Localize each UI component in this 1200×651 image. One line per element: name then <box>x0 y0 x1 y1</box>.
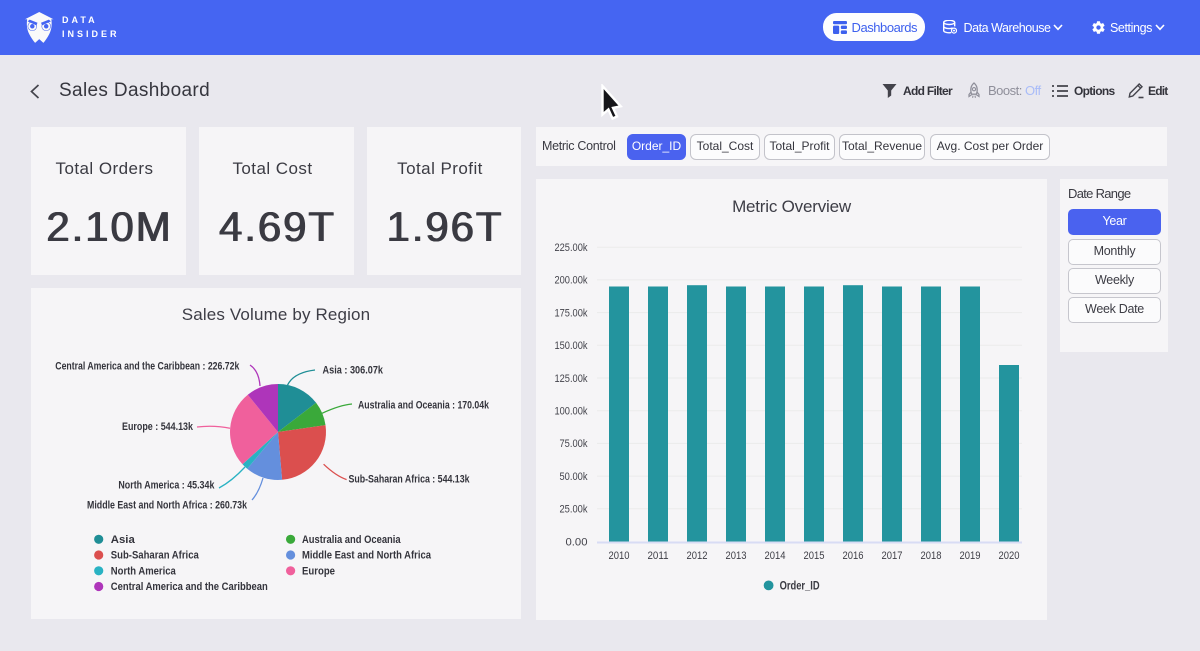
svg-text:75.00k: 75.00k <box>560 438 588 450</box>
svg-text:2014: 2014 <box>765 550 786 562</box>
svg-text:2018: 2018 <box>921 550 942 562</box>
svg-text:150.00k: 150.00k <box>555 340 588 352</box>
svg-text:North America : 45.34k: North America : 45.34k <box>118 479 215 491</box>
svg-text:2019: 2019 <box>960 550 981 562</box>
svg-text:Asia : 306.07k: Asia : 306.07k <box>323 364 384 376</box>
svg-text:200.00k: 200.00k <box>555 275 588 287</box>
svg-text:Australia and Oceania : 170.04: Australia and Oceania : 170.04k <box>358 400 490 412</box>
svg-text:Sub-Saharan Africa: Sub-Saharan Africa <box>111 550 200 562</box>
svg-text:2010: 2010 <box>609 550 630 562</box>
svg-text:175.00k: 175.00k <box>555 307 588 319</box>
svg-text:Europe: Europe <box>302 566 335 578</box>
svg-text:2012: 2012 <box>687 550 708 562</box>
svg-text:2013: 2013 <box>726 550 747 562</box>
svg-text:100.00k: 100.00k <box>555 406 588 418</box>
svg-text:Middle East and North Africa: Middle East and North Africa <box>302 550 432 562</box>
svg-text:North America: North America <box>111 566 177 578</box>
svg-text:Central America and the Caribb: Central America and the Caribbean <box>111 581 268 593</box>
svg-text:2016: 2016 <box>843 550 864 562</box>
svg-text:Australia and Oceania: Australia and Oceania <box>302 534 401 546</box>
svg-text:0.00: 0.00 <box>566 536 588 548</box>
svg-text:2011: 2011 <box>648 550 669 562</box>
svg-text:Sub-Saharan Africa : 544.13k: Sub-Saharan Africa : 544.13k <box>349 473 471 485</box>
svg-text:2015: 2015 <box>804 550 825 562</box>
svg-text:2017: 2017 <box>882 550 903 562</box>
svg-text:Europe : 544.13k: Europe : 544.13k <box>122 421 194 433</box>
svg-text:Order_ID: Order_ID <box>780 580 820 592</box>
svg-text:125.00k: 125.00k <box>555 373 588 385</box>
svg-text:50.00k: 50.00k <box>560 471 588 483</box>
svg-text:Middle East and North Africa :: Middle East and North Africa : 260.73k <box>87 499 248 511</box>
svg-text:2020: 2020 <box>999 550 1020 562</box>
svg-text:25.00k: 25.00k <box>560 504 588 516</box>
svg-text:225.00k: 225.00k <box>555 242 588 254</box>
svg-text:Asia: Asia <box>111 534 136 546</box>
svg-text:Central America and the Caribb: Central America and the Caribbean : 226.… <box>55 361 240 373</box>
